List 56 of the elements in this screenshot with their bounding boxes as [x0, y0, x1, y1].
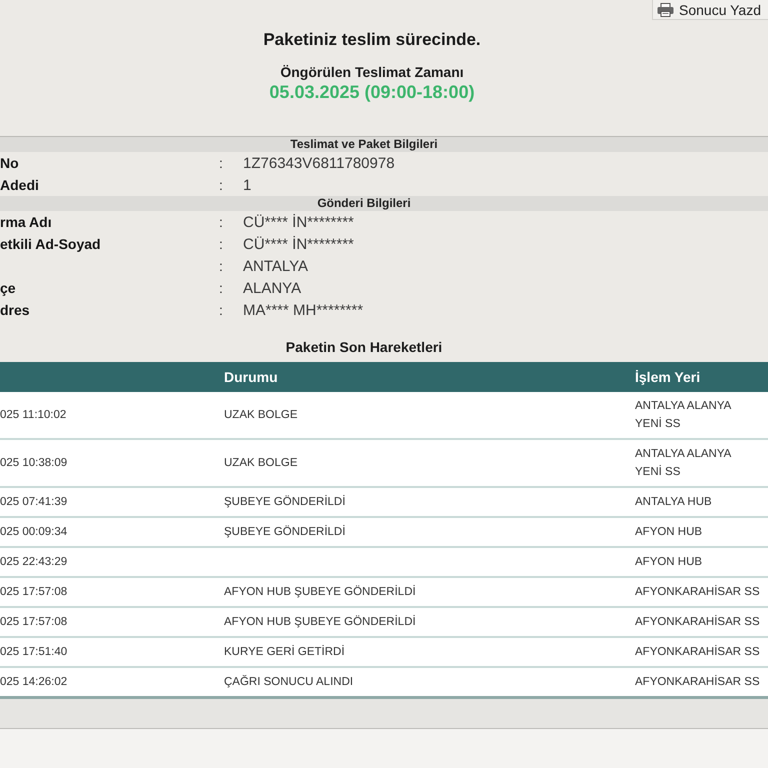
- field-value: CÜ**** İN********: [243, 214, 354, 230]
- field-colon: :: [219, 177, 223, 193]
- status-title: Paketiniz teslim sürecinde.: [263, 29, 481, 51]
- date-cell-text: 025 10:38:09: [0, 456, 68, 470]
- column-header: Durumu: [224, 369, 278, 385]
- field-colon: :: [219, 280, 223, 296]
- movements-title: Paketin Son Hareketleri: [286, 338, 442, 356]
- status-cell-text: UZAK BOLGE: [224, 456, 298, 470]
- field-value: CÜ**** İN********: [243, 236, 354, 252]
- field-value: ALANYA: [243, 280, 302, 296]
- field-colon: :: [219, 214, 223, 230]
- section-header: Gönderi Bilgileri: [0, 196, 768, 211]
- column-header: İşlem Yeri: [635, 369, 700, 385]
- field-value: ANTALYA: [243, 258, 308, 274]
- field-colon: :: [219, 155, 223, 171]
- status-cell-text: ÇAĞRI SONUCU ALINDI: [224, 674, 354, 690]
- location-cell-text: ANTALYA ALANYA YENİ SS: [635, 399, 732, 432]
- status-cell-text: ŞUBEYE GÖNDERİLDİ: [224, 524, 346, 540]
- date-cell-text: 025 22:43:29: [0, 554, 68, 570]
- field-label: Adedi: [0, 177, 39, 193]
- eta-label: Öngörülen Teslimat Zamanı: [280, 63, 464, 81]
- printer-icon: [657, 2, 674, 16]
- location-cell-text: AFYONKARAHİSAR SS: [635, 614, 760, 630]
- date-cell-text: 025 17:57:08: [0, 614, 68, 630]
- location-cell-text: AFYON HUB: [635, 525, 702, 540]
- field-label: dres: [0, 302, 30, 318]
- field-colon: :: [219, 236, 223, 252]
- eta-value: 05.03.2025 (09:00-18:00): [269, 81, 475, 103]
- field-value: MA**** MH********: [243, 302, 364, 318]
- section-header: Teslimat ve Paket Bilgileri: [0, 137, 768, 152]
- field-colon: :: [219, 258, 223, 274]
- field-value: 1: [243, 176, 252, 194]
- field-label: rma Adı: [0, 214, 52, 230]
- print-button[interactable]: Sonucu Yazd: [652, 0, 768, 20]
- location-cell-text: AFYON HUB: [635, 555, 702, 570]
- date-cell-text: 025 14:26:02: [0, 674, 68, 690]
- status-cell-text: ŞUBEYE GÖNDERİLDİ: [224, 494, 346, 510]
- date-cell-text: 025 00:09:34: [0, 524, 68, 540]
- date-cell-text: 025 17:51:40: [0, 644, 68, 660]
- location-cell-text: AFYONKARAHİSAR SS: [635, 674, 760, 690]
- field-label: etkili Ad-Soyad: [0, 236, 101, 252]
- field-label: No: [0, 155, 19, 171]
- field-colon: :: [219, 302, 223, 318]
- location-cell-text: AFYONKARAHİSAR SS: [635, 644, 760, 660]
- location-cell-text: ANTALYA ALANYA YENİ SS: [635, 447, 732, 480]
- field-value: 1Z76343V6811780978: [243, 154, 395, 172]
- date-cell-text: 025 11:10:02: [0, 408, 66, 422]
- location-cell-text: ANTALYA HUB: [635, 495, 712, 510]
- date-cell-text: 025 17:57:08: [0, 584, 68, 600]
- date-cell-text: 025 07:41:39: [0, 494, 68, 510]
- status-cell-text: KURYE GERİ GETİRDİ: [224, 644, 345, 660]
- field-label: çe: [0, 280, 16, 296]
- location-cell-text: AFYONKARAHİSAR SS: [635, 584, 760, 600]
- status-cell-text: AFYON HUB ŞUBEYE GÖNDERİLDİ: [224, 584, 416, 600]
- status-cell-text: AFYON HUB ŞUBEYE GÖNDERİLDİ: [224, 614, 416, 630]
- status-cell-text: UZAK BOLGE: [224, 408, 298, 422]
